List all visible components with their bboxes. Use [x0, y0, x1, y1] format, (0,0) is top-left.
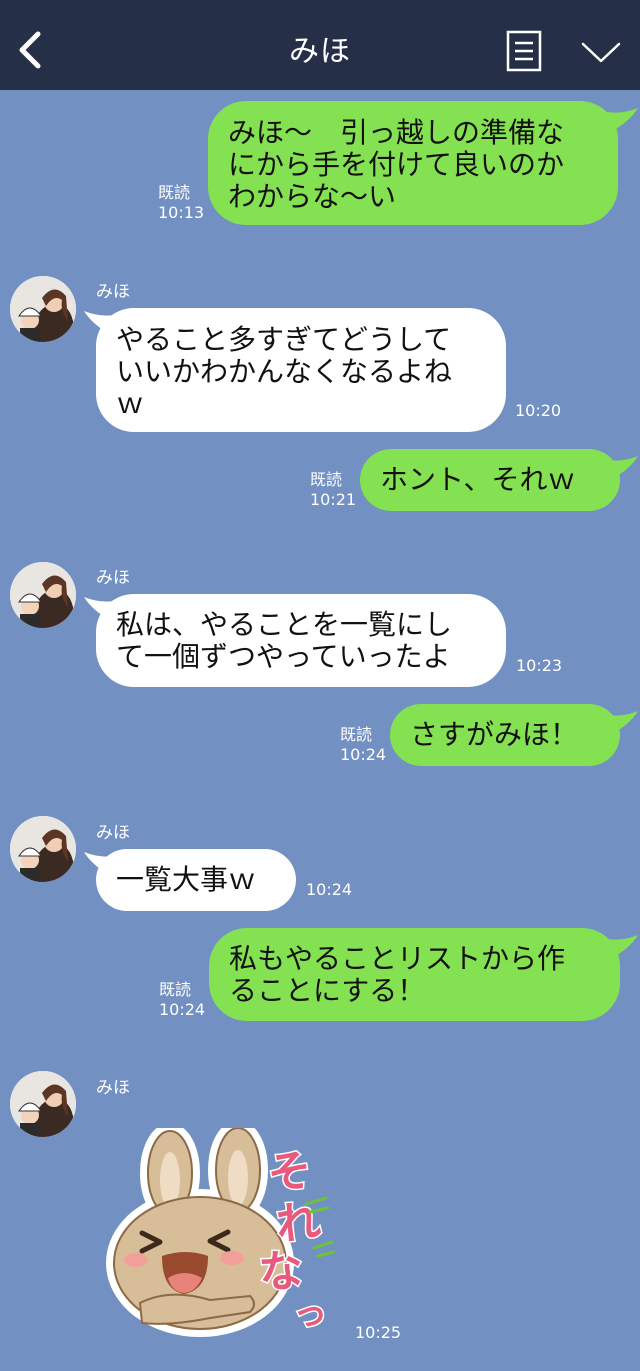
menu-button[interactable] — [506, 30, 542, 72]
message-text: 一覧大事ｗ — [116, 863, 257, 896]
message-bubble-incoming[interactable]: やること多すぎてどうして いいかわかんなくなるよね ｗ — [96, 308, 506, 432]
avatar[interactable] — [10, 276, 76, 342]
message-time: 10:13 — [158, 203, 205, 222]
svg-text:そ: そ — [264, 1144, 315, 1201]
message-time: 10:24 — [340, 745, 387, 764]
chat-title: みほ — [289, 34, 351, 69]
message-bubble-incoming[interactable]: 私は、やることを一覧にし て一個ずつやっていったよ — [96, 594, 506, 687]
sender-name: みほ — [96, 568, 130, 588]
avatar[interactable] — [10, 562, 76, 628]
avatar-photo-icon — [10, 816, 76, 882]
message-text: やること多すぎてどうして いいかわかんなくなるよね ｗ — [116, 323, 453, 420]
sender-name: みほ — [96, 282, 130, 302]
message-text: みほ〜 引っ越しの準備な にから手を付けて良いのか わからな〜い — [228, 116, 565, 213]
message-text: さすがみほ！ — [410, 718, 579, 751]
message-text: 私もやることリストから作 ることにする！ — [229, 942, 566, 1007]
message-time: 10:24 — [306, 880, 353, 899]
message-bubble-outgoing[interactable]: みほ〜 引っ越しの準備な にから手を付けて良いのか わからな〜い — [208, 101, 618, 225]
message-bubble-outgoing[interactable]: さすがみほ！ — [390, 704, 620, 766]
sender-name: みほ — [96, 1078, 130, 1098]
message-text: ホント、それｗ — [380, 463, 576, 496]
read-receipt: 既読 — [158, 183, 191, 202]
bunny-sticker-icon: そ れ な っ — [106, 1120, 336, 1337]
message-status: 既読 10:21 — [310, 470, 356, 510]
svg-text:な: な — [257, 1245, 304, 1299]
message-bubble-outgoing[interactable]: 私もやることリストから作 ることにする！ — [209, 928, 620, 1021]
avatar-photo-icon — [10, 276, 76, 342]
avatar-photo-icon — [10, 1071, 76, 1137]
message-time: 10:21 — [310, 490, 357, 509]
message-text: 私は、やることを一覧にし て一個ずつやっていったよ — [116, 608, 453, 673]
message-status: 既読 10:24 — [340, 725, 386, 765]
read-receipt: 既読 — [310, 470, 343, 489]
avatar[interactable] — [10, 816, 76, 882]
read-receipt: 既読 — [159, 980, 192, 999]
message-status: 既読 10:24 — [159, 980, 205, 1020]
collapse-button[interactable] — [580, 40, 622, 66]
chevron-down-icon — [581, 42, 621, 63]
read-receipt: 既読 — [340, 725, 373, 744]
svg-text:っ: っ — [292, 1293, 329, 1335]
sticker-message[interactable]: そ れ な っ — [100, 1120, 340, 1342]
message-time: 10:25 — [355, 1323, 402, 1342]
avatar-photo-icon — [10, 562, 76, 628]
message-time: 10:24 — [159, 1000, 206, 1019]
list-menu-icon — [506, 30, 542, 72]
svg-text:れ: れ — [274, 1196, 323, 1251]
sender-name: みほ — [96, 823, 130, 843]
message-status: 既読 10:13 — [158, 183, 204, 223]
message-bubble-incoming[interactable]: 一覧大事ｗ — [96, 849, 296, 911]
message-time: 10:20 — [515, 401, 562, 420]
message-time: 10:23 — [516, 656, 563, 675]
avatar[interactable] — [10, 1071, 76, 1137]
message-bubble-outgoing[interactable]: ホント、それｗ — [360, 449, 620, 511]
chat-header: みほ — [0, 0, 640, 90]
